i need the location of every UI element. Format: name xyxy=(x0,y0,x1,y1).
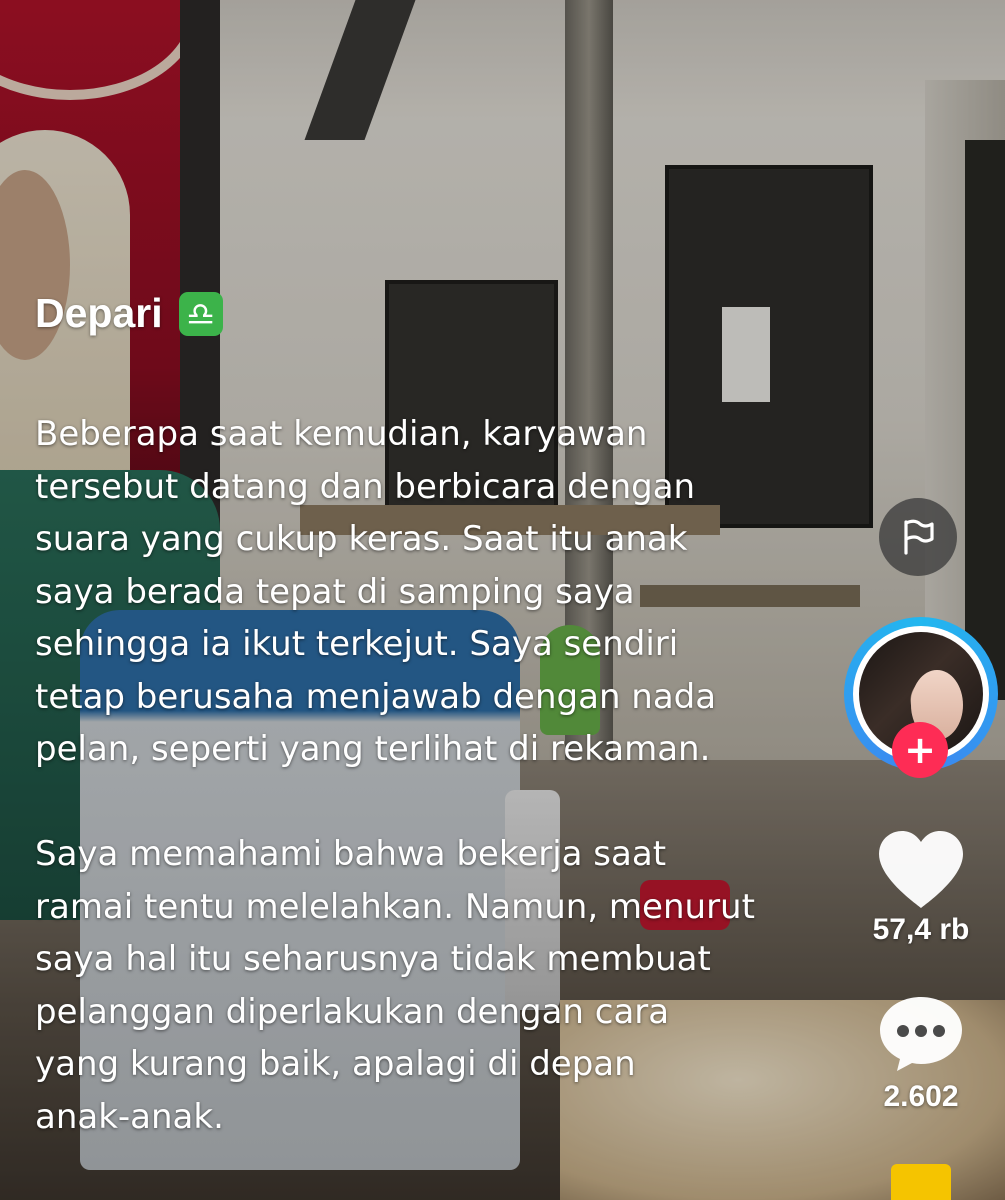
caption-paragraph-1: Beberapa saat kemudian, karyawan tersebu… xyxy=(35,414,717,769)
libra-zodiac-icon: ♎ xyxy=(178,291,223,336)
heart-icon xyxy=(879,831,963,908)
comment-button[interactable] xyxy=(876,993,966,1073)
flag-icon xyxy=(904,519,934,555)
comment-count: 2.602 xyxy=(883,1080,959,1113)
like-button[interactable] xyxy=(875,828,967,912)
comment-bubble-icon xyxy=(880,997,962,1071)
report-button[interactable] xyxy=(879,498,957,576)
like-count: 57,4 rb xyxy=(872,913,970,946)
share-icon[interactable] xyxy=(891,1164,951,1200)
caption-paragraph-2: Saya memahami bahwa bekerja saat ramai t… xyxy=(35,834,755,1137)
caption[interactable]: Beberapa saat kemudian, karyawan tersebu… xyxy=(35,408,795,1143)
follow-button[interactable]: + xyxy=(892,722,948,778)
author-row: Depari ♎ xyxy=(35,290,223,337)
username[interactable]: Depari xyxy=(35,290,163,337)
